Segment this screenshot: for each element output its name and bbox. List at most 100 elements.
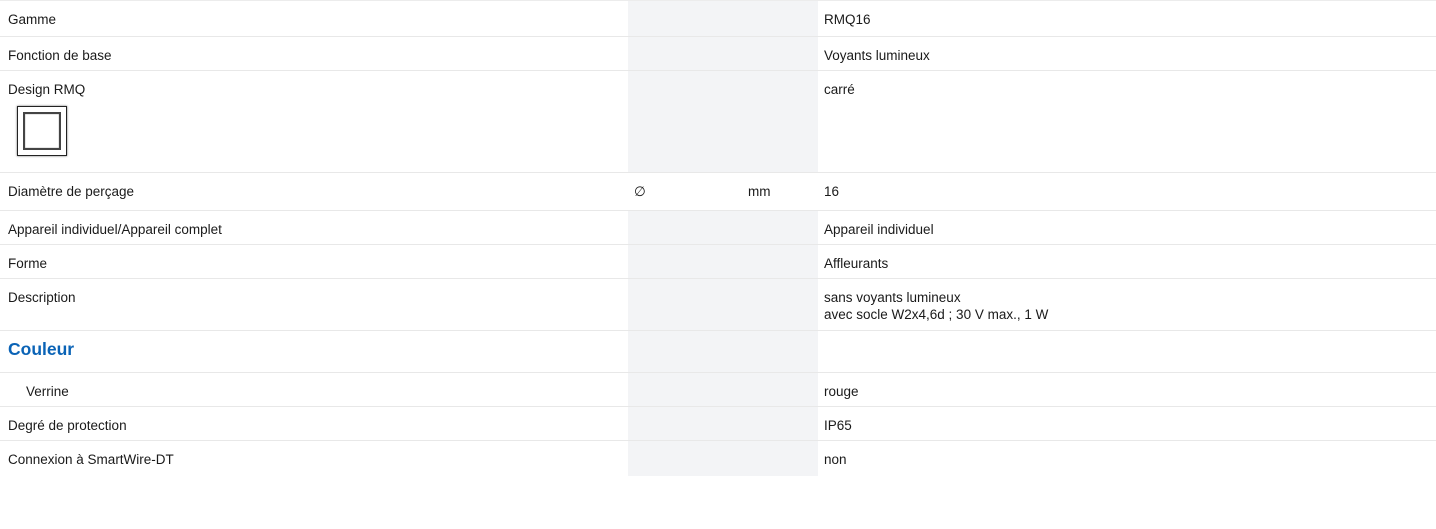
spec-row-verrine: Verrine rouge — [0, 372, 1436, 406]
spec-value: Voyants lumineux — [818, 37, 1436, 70]
specification-table: Gamme RMQ16 Fonction de base Voyants lum… — [0, 0, 1436, 476]
spec-unit-cell — [744, 1, 818, 36]
spec-row-smartwire-dt: Connexion à SmartWire-DT non — [0, 440, 1436, 476]
spec-value: sans voyants lumineux avec socle W2x4,6d… — [818, 279, 1436, 330]
spec-symbol — [634, 407, 744, 417]
spec-unit — [748, 407, 818, 417]
spec-value — [818, 331, 1436, 372]
spec-value: rouge — [818, 373, 1436, 406]
spec-unit — [748, 37, 818, 47]
spec-unit — [748, 441, 818, 451]
spec-label: Fonction de base — [0, 37, 628, 70]
spec-value: Appareil individuel — [818, 211, 1436, 244]
spec-label-text: Diamètre de perçage — [8, 184, 135, 199]
spec-symbol-cell — [628, 441, 744, 476]
spec-value-text: Affleurants — [824, 256, 889, 271]
spec-unit-cell — [744, 71, 818, 172]
spec-label-text: Design RMQ — [8, 82, 86, 97]
spec-label-text: Verrine — [26, 384, 69, 399]
spec-unit-cell — [744, 331, 818, 372]
spec-label: Design RMQ — [0, 71, 628, 172]
spec-value-text: 16 — [824, 184, 840, 199]
section-heading-couleur: Couleur — [0, 330, 1436, 372]
spec-unit-cell — [744, 407, 818, 440]
spec-symbol-cell — [628, 331, 744, 372]
spec-symbol-cell — [628, 71, 744, 172]
spec-label: Gamme — [0, 1, 628, 36]
square-design-icon — [17, 106, 67, 156]
spec-unit — [748, 245, 818, 255]
spec-row-appareil: Appareil individuel/Appareil complet App… — [0, 210, 1436, 244]
spec-symbol-cell — [628, 245, 744, 278]
spec-unit-cell — [744, 279, 818, 330]
spec-symbol-cell — [628, 211, 744, 244]
spec-symbol-cell — [628, 279, 744, 330]
spec-unit-cell — [744, 373, 818, 406]
spec-symbol — [634, 441, 744, 451]
section-title: Couleur — [0, 331, 628, 372]
spec-unit-cell: mm — [744, 173, 818, 210]
spec-unit-cell — [744, 211, 818, 244]
spec-value-text: RMQ16 — [824, 12, 871, 27]
spec-symbol — [634, 71, 744, 81]
spec-label-text: Gamme — [8, 12, 57, 27]
spec-label: Degré de protection — [0, 407, 628, 440]
spec-label-text: Degré de protection — [8, 418, 127, 433]
spec-symbol — [634, 373, 744, 383]
spec-value: IP65 — [818, 407, 1436, 440]
spec-value: RMQ16 — [818, 1, 1436, 36]
spec-row-degre-de-protection: Degré de protection IP65 — [0, 406, 1436, 440]
spec-label: Forme — [0, 245, 628, 278]
spec-value-text: Voyants lumineux — [824, 48, 930, 63]
spec-symbol-cell — [628, 1, 744, 36]
spec-symbol — [634, 37, 744, 47]
spec-symbol — [634, 279, 744, 289]
spec-value-text: IP65 — [824, 418, 852, 433]
spec-value-text: carré — [824, 82, 855, 97]
spec-value: 16 — [818, 173, 1436, 210]
spec-symbol-cell — [628, 373, 744, 406]
spec-value: Affleurants — [818, 245, 1436, 278]
spec-unit — [748, 373, 818, 383]
spec-symbol — [634, 1, 744, 11]
spec-symbol-cell — [628, 37, 744, 70]
spec-value-text: non — [824, 452, 847, 467]
spec-unit — [748, 279, 818, 289]
spec-row-forme: Forme Affleurants — [0, 244, 1436, 278]
description-line-1: sans voyants lumineux — [824, 290, 961, 305]
spec-unit-cell — [744, 37, 818, 70]
spec-symbol-cell — [628, 407, 744, 440]
description-line-2: avec socle W2x4,6d ; 30 V max., 1 W — [824, 307, 1049, 322]
spec-value: carré — [818, 71, 1436, 172]
diameter-symbol: ∅ — [634, 184, 646, 199]
spec-value-text: Appareil individuel — [824, 222, 934, 237]
spec-label-text: Forme — [8, 256, 48, 271]
spec-row-description: Description sans voyants lumineux avec s… — [0, 278, 1436, 330]
spec-value-multiline: sans voyants lumineux avec socle W2x4,6d… — [824, 279, 1436, 323]
spec-label: Verrine — [0, 373, 628, 406]
spec-label-text: Appareil individuel/Appareil complet — [8, 222, 222, 237]
spec-label-text: Fonction de base — [8, 48, 112, 63]
spec-row-fonction-de-base: Fonction de base Voyants lumineux — [0, 36, 1436, 70]
spec-unit — [748, 211, 818, 221]
spec-symbol-cell: ∅ — [628, 173, 744, 210]
spec-value: non — [818, 441, 1436, 476]
spec-label: Appareil individuel/Appareil complet — [0, 211, 628, 244]
spec-label: Description — [0, 279, 628, 330]
spec-unit: mm — [748, 184, 771, 199]
spec-row-design-rmq: Design RMQ carré — [0, 70, 1436, 172]
spec-row-gamme: Gamme RMQ16 — [0, 0, 1436, 36]
spec-symbol — [634, 211, 744, 221]
spec-unit-cell — [744, 245, 818, 278]
spec-row-diametre-de-percage: Diamètre de perçage ∅ mm 16 — [0, 172, 1436, 210]
spec-label: Connexion à SmartWire-DT — [0, 441, 628, 476]
spec-unit — [748, 71, 818, 81]
spec-unit-cell — [744, 441, 818, 476]
square-design-icon-inner — [23, 112, 61, 150]
spec-unit — [748, 1, 818, 11]
spec-label-text: Description — [8, 290, 76, 305]
spec-label-text: Connexion à SmartWire-DT — [8, 452, 174, 467]
spec-value-text: rouge — [824, 384, 859, 399]
section-title-text: Couleur — [8, 339, 75, 359]
spec-label: Diamètre de perçage — [0, 173, 628, 210]
